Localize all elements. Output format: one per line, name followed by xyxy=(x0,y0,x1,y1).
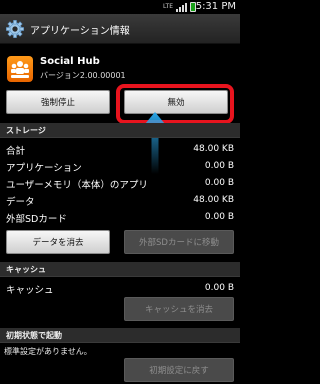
title-bar: アプリケーション情報 xyxy=(0,14,240,44)
row-label: 外部SDカード xyxy=(6,214,67,225)
signal-icon xyxy=(176,2,187,12)
highlight-box xyxy=(116,84,234,124)
row-value: 0.00 B xyxy=(204,212,234,222)
clear-defaults-button[interactable]: 初期設定に戻す xyxy=(124,358,234,382)
force-stop-button[interactable]: 強制停止 xyxy=(6,90,110,114)
clear-data-button[interactable]: データを消去 xyxy=(6,230,110,254)
clear-cache-button[interactable]: キャッシュを消去 xyxy=(124,297,234,321)
cache-header-label: キャッシュ xyxy=(6,265,46,274)
row-label: キャッシュ xyxy=(6,285,54,296)
app-info: Social Hub バージョン2.00.00001 xyxy=(0,46,240,86)
row-value: 0.00 B xyxy=(204,178,234,188)
row-label: 合計 xyxy=(6,146,26,157)
cache-section-header: キャッシュ xyxy=(0,262,240,277)
app-version: バージョン2.00.00001 xyxy=(40,71,126,80)
launch-default-section-header: 初期状態で起動 xyxy=(0,328,240,343)
row-value: 0.00 B xyxy=(204,161,234,171)
storage-row-user-memory: ユーザーメモリ（本体）のアプリ 0.00 B xyxy=(0,175,240,191)
storage-section-header: ストレージ xyxy=(0,123,240,138)
app-name: Social Hub xyxy=(40,56,100,67)
row-label: アプリケーション xyxy=(6,163,82,174)
network-type: LTE xyxy=(163,3,173,10)
cache-row: キャッシュ 0.00 B xyxy=(0,280,240,296)
storage-row-application: アプリケーション 0.00 B xyxy=(0,158,240,174)
row-value: 0.00 B xyxy=(204,283,234,293)
row-label: ユーザーメモリ（本体）のアプリ xyxy=(6,180,148,191)
row-label: データ xyxy=(6,197,35,208)
no-defaults-note: 標準設定がありません。 xyxy=(4,347,92,356)
status-bar: LTE 5:31 PM xyxy=(0,0,240,14)
storage-header-label: ストレージ xyxy=(6,126,46,135)
storage-row-data: データ 48.00 KB xyxy=(0,192,240,208)
move-to-sd-button[interactable]: 外部SDカードに移動 xyxy=(124,230,234,254)
storage-row-external-sd: 外部SDカード 0.00 B xyxy=(0,209,240,225)
page-title: アプリケーション情報 xyxy=(30,26,130,37)
row-value: 48.00 KB xyxy=(193,195,234,205)
launch-default-header-label: 初期状態で起動 xyxy=(6,331,62,340)
gear-icon xyxy=(6,20,24,38)
status-icons: LTE xyxy=(163,2,196,12)
storage-row-total: 合計 48.00 KB xyxy=(0,141,240,157)
social-hub-icon xyxy=(7,56,33,82)
row-value: 48.00 KB xyxy=(193,144,234,154)
status-time: 5:31 PM xyxy=(195,1,236,12)
